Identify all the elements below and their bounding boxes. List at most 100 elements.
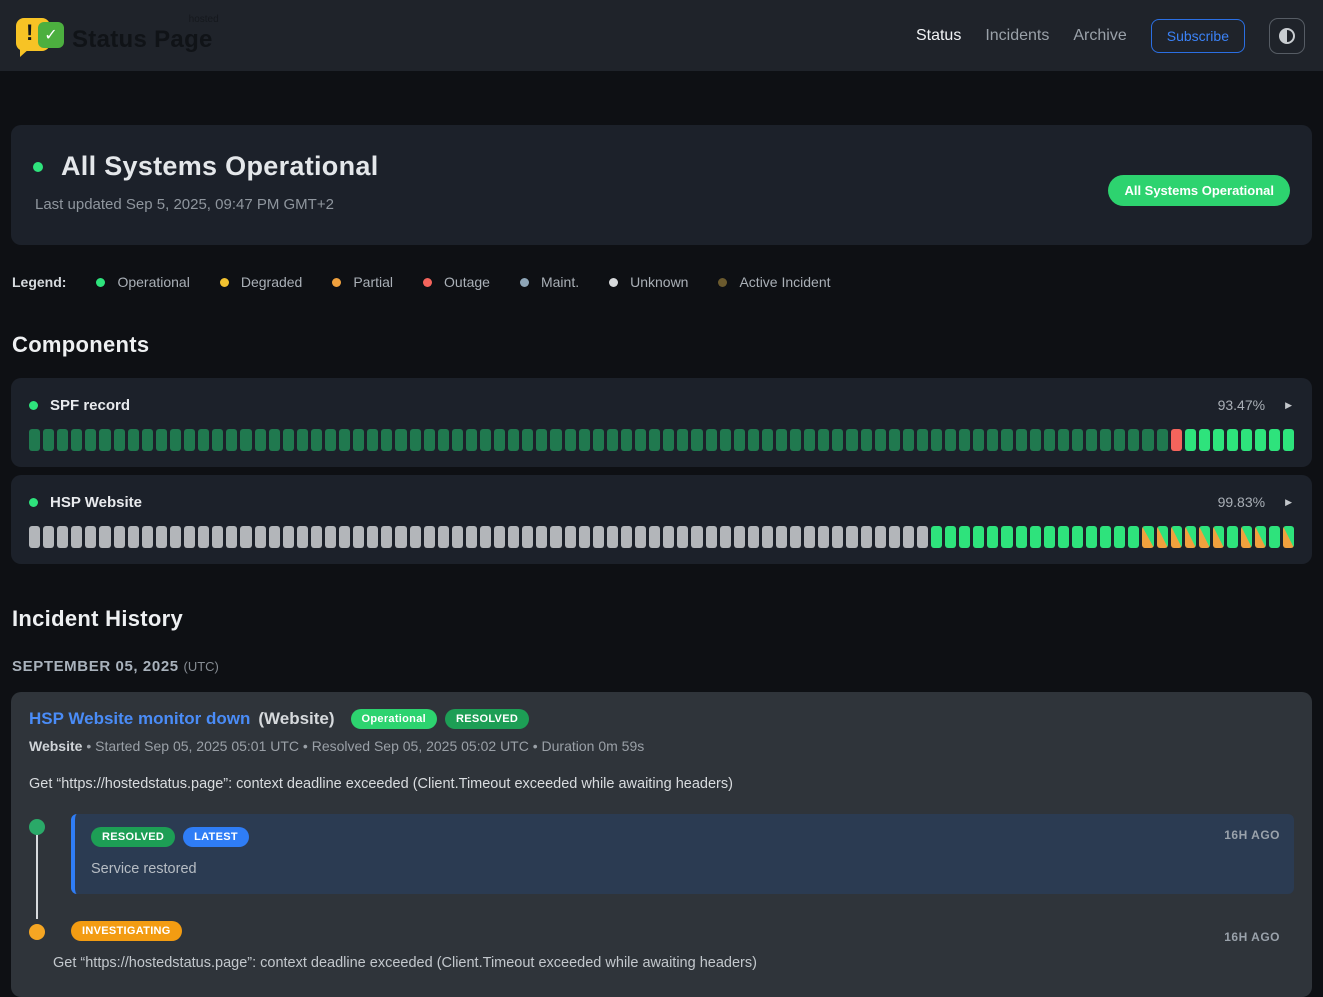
uptime-bar: [1227, 429, 1238, 451]
active-incident-dot-icon: [718, 278, 727, 287]
nav-archive[interactable]: Archive: [1073, 27, 1126, 45]
uptime-bar: [410, 526, 421, 548]
uptime-bar: [466, 526, 477, 548]
uptime-bar: [43, 526, 54, 548]
uptime-bar: [325, 429, 336, 451]
uptime-bar: [297, 429, 308, 451]
uptime-bar: [353, 429, 364, 451]
uptime-bar: [99, 429, 110, 451]
uptime-bar: [43, 429, 54, 451]
uptime-bar: [128, 429, 139, 451]
theme-toggle-button[interactable]: [1269, 18, 1305, 54]
maintenance-dot-icon: [520, 278, 529, 287]
uptime-bar: [903, 526, 914, 548]
uptime-bar: [790, 429, 801, 451]
uptime-bar: [565, 429, 576, 451]
outage-dot-icon: [423, 278, 432, 287]
uptime-bar: [184, 429, 195, 451]
uptime-bar: [170, 429, 181, 451]
uptime-bar: [663, 526, 674, 548]
investigating-badge: INVESTIGATING: [71, 921, 182, 941]
latest-update-box: RESOLVED LATEST 16H AGO Service restored: [71, 814, 1294, 894]
uptime-bar: [297, 526, 308, 548]
component-name: SPF record: [50, 397, 130, 414]
uptime-bar: [438, 429, 449, 451]
operational-status-dot: [33, 162, 43, 172]
legend-item-maintenance: Maint.: [520, 274, 579, 290]
uptime-bar: [1001, 429, 1012, 451]
uptime-bar: [1199, 429, 1210, 451]
uptime-bar: [861, 526, 872, 548]
update-message: Get “https://hostedstatus.page”: context…: [53, 955, 1294, 971]
uptime-bar: [1030, 526, 1041, 548]
subscribe-button[interactable]: Subscribe: [1151, 19, 1245, 53]
brand-logo[interactable]: ! ✓ Status Page hosted: [14, 14, 213, 58]
uptime-bar: [931, 429, 942, 451]
uptime-bars[interactable]: [29, 429, 1294, 451]
uptime-bar: [607, 526, 618, 548]
components-heading: Components: [12, 332, 1312, 358]
uptime-bar: [621, 429, 632, 451]
incident-title-link[interactable]: HSP Website monitor down: [29, 709, 250, 729]
uptime-bar: [198, 429, 209, 451]
uptime-bar: [240, 429, 251, 451]
uptime-bar: [987, 526, 998, 548]
uptime-bar: [790, 526, 801, 548]
timeline-update-latest: RESOLVED LATEST 16H AGO Service restored: [29, 814, 1294, 894]
timeline-update-investigating: INVESTIGATING 16H AGO Get “https://hoste…: [29, 921, 1294, 971]
uptime-bar: [57, 526, 68, 548]
uptime-bar: [536, 429, 547, 451]
resolved-dot-icon: [29, 819, 45, 835]
component-card-spf-record: SPF record 93.47% ▶: [11, 378, 1312, 467]
uptime-bars[interactable]: [29, 526, 1294, 548]
uptime-bar: [466, 429, 477, 451]
uptime-bar: [240, 526, 251, 548]
uptime-bar: [508, 526, 519, 548]
expand-component-arrow-icon[interactable]: ▶: [1283, 398, 1294, 413]
uptime-bar: [1058, 429, 1069, 451]
uptime-bar: [85, 429, 96, 451]
overall-status-title: All Systems Operational: [61, 151, 379, 182]
uptime-bar: [987, 429, 998, 451]
uptime-bar: [1255, 429, 1266, 451]
uptime-bar: [635, 526, 646, 548]
uptime-bar: [1255, 526, 1266, 548]
legend-item-active-incident: Active Incident: [718, 274, 830, 290]
uptime-bar: [804, 429, 815, 451]
uptime-bar: [691, 429, 702, 451]
uptime-bar: [649, 429, 660, 451]
uptime-bar: [1142, 429, 1153, 451]
uptime-bar: [663, 429, 674, 451]
status-legend: Legend: Operational Degraded Partial Out…: [12, 274, 1312, 290]
exclamation-bubble-icon: !: [26, 20, 33, 46]
uptime-bar: [1213, 429, 1224, 451]
uptime-percentage: 99.83%: [1218, 494, 1265, 510]
uptime-bar: [522, 526, 533, 548]
utc-suffix: (UTC): [184, 659, 219, 674]
expand-component-arrow-icon[interactable]: ▶: [1283, 495, 1294, 510]
latest-badge: LATEST: [183, 827, 249, 847]
uptime-bar: [142, 526, 153, 548]
uptime-bar: [917, 429, 928, 451]
uptime-bar: [1171, 429, 1182, 451]
uptime-bar: [677, 429, 688, 451]
uptime-bar: [424, 429, 435, 451]
uptime-bar: [29, 429, 40, 451]
half-circle-contrast-icon: [1279, 28, 1295, 44]
uptime-bar: [142, 429, 153, 451]
uptime-bar: [395, 429, 406, 451]
uptime-bar: [452, 429, 463, 451]
uptime-bar: [170, 526, 181, 548]
header: ! ✓ Status Page hosted Status Incidents …: [0, 0, 1323, 71]
update-timestamp: 16H AGO: [1224, 828, 1280, 842]
uptime-bar: [762, 526, 773, 548]
uptime-bar: [635, 429, 646, 451]
nav-status[interactable]: Status: [916, 27, 961, 45]
uptime-bar: [1030, 429, 1041, 451]
resolved-badge: RESOLVED: [91, 827, 175, 847]
uptime-bar: [353, 526, 364, 548]
uptime-bar: [1269, 526, 1280, 548]
nav-incidents[interactable]: Incidents: [985, 27, 1049, 45]
uptime-bar: [156, 526, 167, 548]
component-card-hsp-website: HSP Website 99.83% ▶: [11, 475, 1312, 564]
